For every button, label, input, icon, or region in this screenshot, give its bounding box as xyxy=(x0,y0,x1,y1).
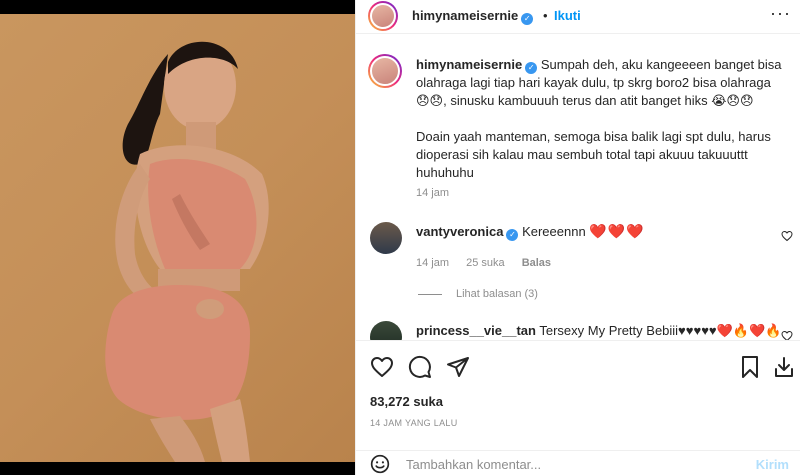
likes-count[interactable]: 83,272 suka xyxy=(370,394,443,409)
comment-item: vantyveronica ✓ Kereeennn ❤️❤️❤️ xyxy=(416,223,645,241)
caption-avatar[interactable] xyxy=(368,54,402,88)
comment-emoji: ❤️❤️❤️ xyxy=(589,223,645,239)
comment-composer: Kirim xyxy=(356,450,800,475)
comment-meta: 14 jam 25 suka Balas xyxy=(416,257,565,269)
comments-list[interactable]: himynameisernie ✓ Sumpah deh, aku kangeee… xyxy=(356,35,800,340)
comment-item: princess__vie__tan Tersexy My Pretty Beb… xyxy=(416,323,781,339)
share-icon[interactable] xyxy=(446,355,470,379)
action-bar: 83,272 suka 14 JAM YANG LALU xyxy=(356,340,800,460)
verified-icon: ✓ xyxy=(506,229,519,241)
post-comment-button[interactable]: Kirim xyxy=(756,457,789,472)
photo-illustration xyxy=(105,41,269,462)
comment-text: Tersexy My Pretty Bebiii♥♥♥♥♥❤️🔥❤️🔥 xyxy=(539,323,782,338)
comment-likes[interactable]: 25 suka xyxy=(466,257,505,269)
caption-paragraph-2: Doain yaah manteman, semoga bisa balik l… xyxy=(416,129,771,180)
emoji-icon[interactable] xyxy=(370,454,390,474)
verified-icon: ✓ xyxy=(525,62,538,74)
commenter-avatar[interactable] xyxy=(370,222,402,254)
reply-button[interactable]: Balas xyxy=(522,257,551,269)
download-icon[interactable] xyxy=(772,355,796,379)
bookmark-icon[interactable] xyxy=(738,355,762,379)
caption-time[interactable]: 14 jam xyxy=(416,187,449,199)
comment-heart-icon[interactable] xyxy=(781,230,793,245)
separator-dot: • xyxy=(543,8,548,23)
post-photo xyxy=(0,14,355,462)
view-replies-label[interactable]: Lihat balasan (3) xyxy=(456,288,538,300)
comment-username[interactable]: vantyveronica xyxy=(416,224,503,239)
comment-username[interactable]: princess__vie__tan xyxy=(416,323,536,338)
heart-icon[interactable] xyxy=(370,355,394,379)
comment-input[interactable] xyxy=(406,455,736,473)
comment-icon[interactable] xyxy=(408,355,432,379)
post-media[interactable] xyxy=(0,0,355,475)
comment-time[interactable]: 14 jam xyxy=(416,257,449,269)
caption: himynameisernie ✓ Sumpah deh, aku kangeee… xyxy=(416,56,784,200)
view-replies-button[interactable]: Lihat balasan (3) xyxy=(418,288,538,300)
comment-text: Kereeennn xyxy=(522,224,586,239)
post-timestamp[interactable]: 14 JAM YANG LALU xyxy=(370,418,458,428)
follow-button[interactable]: Ikuti xyxy=(554,8,581,23)
caption-paragraph-1: himynameisernie ✓ Sumpah deh, aku kangeee… xyxy=(416,56,784,110)
verified-icon: ✓ xyxy=(521,13,534,25)
post-side-panel: himynameisernie ✓ • Ikuti ··· himynameise… xyxy=(355,0,800,475)
more-icon[interactable]: ··· xyxy=(770,4,791,22)
author-username-text[interactable]: himynameisernie xyxy=(412,8,518,23)
post-header: himynameisernie ✓ • Ikuti ··· xyxy=(356,0,800,34)
commenter-avatar[interactable] xyxy=(370,321,402,340)
comment-heart-icon[interactable] xyxy=(781,330,793,340)
replies-divider xyxy=(418,293,442,295)
caption-username[interactable]: himynameisernie xyxy=(416,57,522,72)
author-avatar[interactable] xyxy=(368,1,398,31)
author-username[interactable]: himynameisernie ✓ xyxy=(412,8,534,25)
